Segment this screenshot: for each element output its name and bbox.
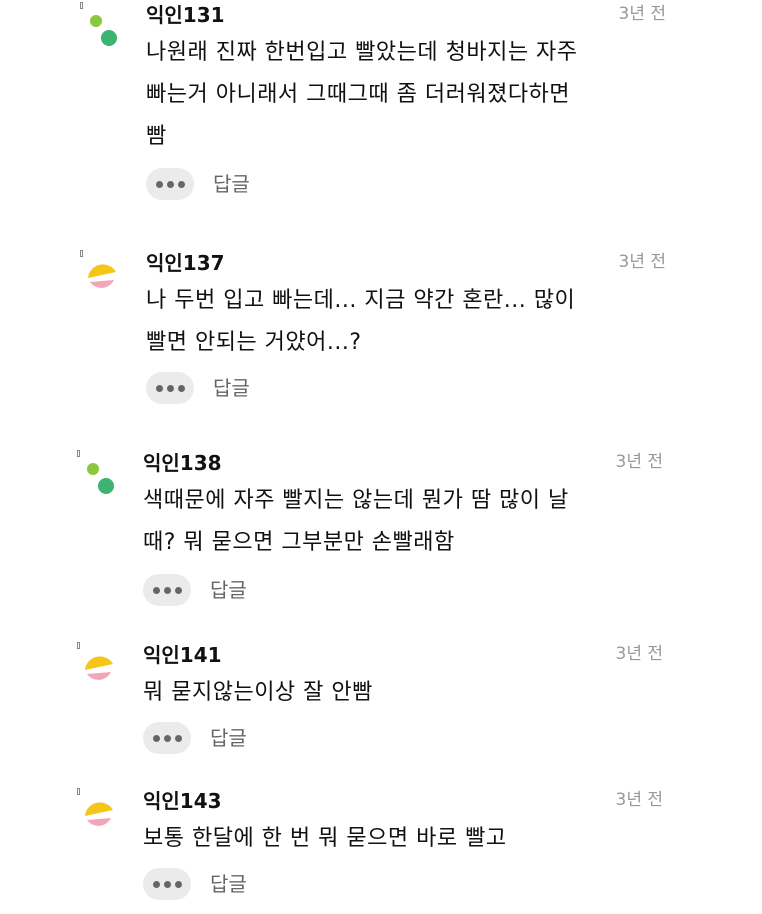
- dot-icon: [177, 384, 185, 392]
- reply-button[interactable]: 답글: [213, 372, 250, 404]
- dot-icon: [152, 734, 160, 742]
- dot-icon: [166, 180, 174, 188]
- comment-time: 3년 전: [618, 4, 667, 24]
- comment-body: 나 두번 입고 빠는데... 지금 약간 혼란... 많이 빨면 안되는 거얐어…: [146, 280, 666, 364]
- more-options-button[interactable]: [143, 722, 191, 754]
- reply-button[interactable]: 답글: [210, 574, 247, 606]
- dot-icon: [155, 180, 163, 188]
- comment-nickname: 익인131: [146, 3, 225, 27]
- comment-marker: [77, 642, 80, 649]
- yellow-pink-avatar-icon: [84, 258, 122, 298]
- dot-icon: [152, 880, 160, 888]
- dot-icon: [166, 384, 174, 392]
- comment-body: 나원래 진짜 한번입고 빨았는데 청바지는 자주 빠는거 아니래서 그때그때 좀…: [146, 32, 666, 158]
- dot-icon: [152, 586, 160, 594]
- comment-actions: 답글: [146, 168, 250, 200]
- comment-body: 뭐 묻지않는이상 잘 안빰: [143, 672, 663, 714]
- comment-time: 3년 전: [618, 252, 667, 272]
- dot-icon: [163, 880, 171, 888]
- comment-line: 보통 한달에 한 번 뭐 묻으면 바로 빨고: [143, 826, 507, 851]
- comment-line: 뭐 묻지않는이상 잘 안빰: [143, 680, 373, 705]
- dot-icon: [174, 586, 182, 594]
- green-dots-avatar-icon: [84, 10, 122, 50]
- green-dots-avatar-icon: [81, 458, 119, 498]
- comment-marker: [80, 250, 83, 257]
- comment-nickname: 익인138: [143, 451, 222, 475]
- comment-line: 나 두번 입고 빠는데... 지금 약간 혼란... 많이: [146, 288, 576, 313]
- comment-line: 나원래 진짜 한번입고 빨았는데 청바지는 자주: [146, 40, 578, 65]
- comment-body: 보통 한달에 한 번 뭐 묻으면 바로 빨고: [143, 818, 663, 860]
- dot-icon: [174, 734, 182, 742]
- reply-button[interactable]: 답글: [213, 168, 250, 200]
- more-options-button[interactable]: [143, 868, 191, 900]
- comment-time: 3년 전: [615, 644, 664, 664]
- comment-actions: 답글: [143, 574, 247, 606]
- comment-time: 3년 전: [615, 790, 664, 810]
- comment-line: 때? 뭐 묻으면 그부분만 손빨래함: [143, 530, 455, 555]
- reply-button[interactable]: 답글: [210, 722, 247, 754]
- dot-icon: [163, 734, 171, 742]
- more-options-button[interactable]: [146, 372, 194, 404]
- comment-marker: [80, 2, 83, 9]
- comment-nickname: 익인141: [143, 643, 222, 667]
- dot-icon: [177, 180, 185, 188]
- comment-marker: [77, 788, 80, 795]
- yellow-pink-avatar-icon: [81, 796, 119, 836]
- comment-line: 빰: [146, 124, 167, 149]
- comment-actions: 답글: [146, 372, 250, 404]
- dot-icon: [155, 384, 163, 392]
- more-options-button[interactable]: [143, 574, 191, 606]
- dot-icon: [174, 880, 182, 888]
- more-options-button[interactable]: [146, 168, 194, 200]
- comment-nickname: 익인143: [143, 789, 222, 813]
- comment-line: 색때문에 자주 빨지는 않는데 뭔가 땀 많이 날: [143, 488, 569, 513]
- comment-marker: [77, 450, 80, 457]
- comment-line: 빠는거 아니래서 그때그때 좀 더러워졌다하면: [146, 82, 571, 107]
- yellow-pink-avatar-icon: [81, 650, 119, 690]
- reply-button[interactable]: 답글: [210, 868, 247, 900]
- comment-actions: 답글: [143, 868, 247, 900]
- comment-time: 3년 전: [615, 452, 664, 472]
- comment-actions: 답글: [143, 722, 247, 754]
- comment-line: 빨면 안되는 거얐어...?: [146, 330, 362, 355]
- comment-nickname: 익인137: [146, 251, 225, 275]
- dot-icon: [163, 586, 171, 594]
- comment-body: 색때문에 자주 빨지는 않는데 뭔가 땀 많이 날 때? 뭐 묻으면 그부분만 …: [143, 480, 663, 564]
